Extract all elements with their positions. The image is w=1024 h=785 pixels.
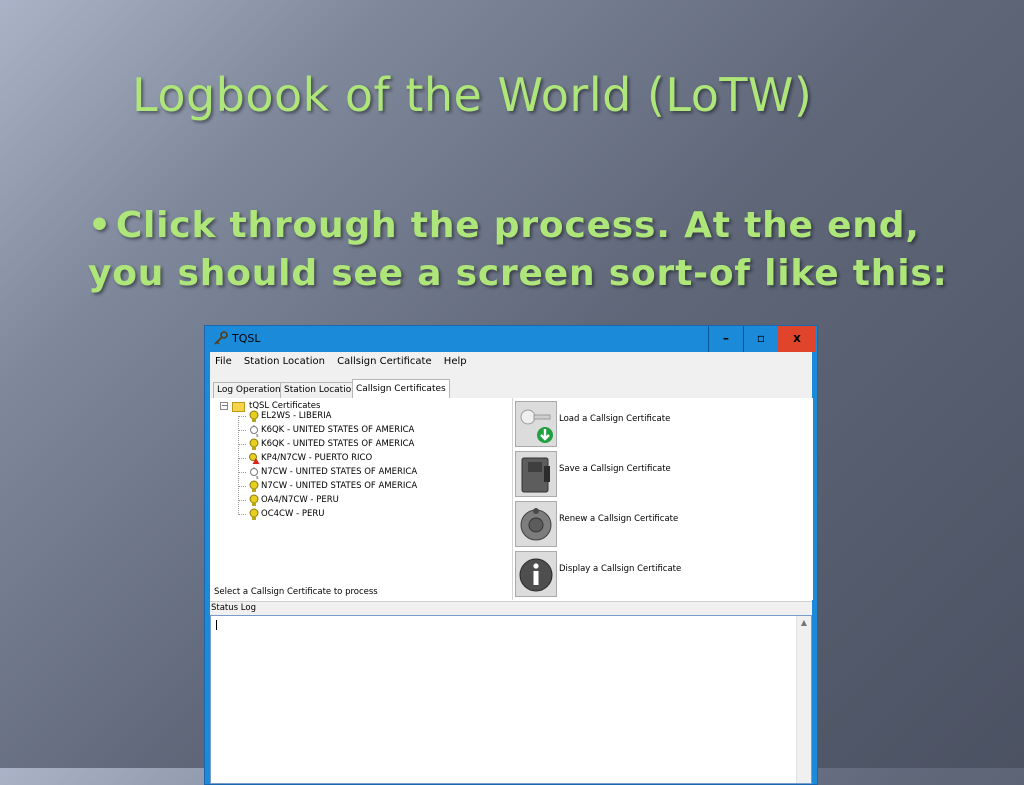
status-log-label: Status Log xyxy=(210,601,812,615)
valid-certificate-icon xyxy=(249,410,259,422)
renew-certificate-label[interactable]: Renew a Callsign Certificate xyxy=(559,514,678,524)
menu-file[interactable]: File xyxy=(210,352,236,367)
tree-item[interactable]: s K6QK - UNITED STATES OF AMERICA xyxy=(238,424,498,438)
tree-item-label: EL2WS - LIBERIA xyxy=(261,411,332,421)
menu-bar: File Station Location Callsign Certifica… xyxy=(210,352,812,374)
tree-item-label: OC4CW - PERU xyxy=(261,509,325,519)
display-certificate-label[interactable]: Display a Callsign Certificate xyxy=(559,564,681,574)
save-certificate-label[interactable]: Save a Callsign Certificate xyxy=(559,464,671,474)
pending-certificate-icon: s xyxy=(250,425,259,437)
tree-connector xyxy=(238,444,246,445)
slide-bullet-text: Click through the process. At the end, y… xyxy=(88,205,948,294)
selection-hint: Select a Callsign Certificate to process xyxy=(214,587,378,597)
scroll-up-icon[interactable]: ▲ xyxy=(797,617,811,629)
pending-certificate-icon: s xyxy=(250,467,259,479)
menu-callsign-certificate[interactable]: Callsign Certificate xyxy=(332,352,435,367)
expired-certificate-icon xyxy=(249,453,260,464)
menu-station-location[interactable]: Station Location xyxy=(239,352,329,367)
renew-certificate-button[interactable] xyxy=(515,501,557,547)
key-icon xyxy=(214,331,228,345)
load-certificate-label[interactable]: Load a Callsign Certificate xyxy=(559,414,670,424)
tree-item-label: K6QK - UNITED STATES OF AMERICA xyxy=(261,439,415,449)
svg-text:s: s xyxy=(256,475,259,479)
status-log-scrollbar[interactable]: ▲ xyxy=(796,616,811,783)
valid-certificate-icon xyxy=(249,508,259,520)
tree-item-label: N7CW - UNITED STATES OF AMERICA xyxy=(261,467,418,477)
save-certificate-icon xyxy=(521,457,550,493)
actions-panel: Load a Callsign Certificate Save a Calls… xyxy=(513,398,813,600)
tree-item[interactable]: KP4/N7CW - PUERTO RICO xyxy=(238,452,498,466)
tqsl-window: TQSL – ▫ x File Station Location Callsig… xyxy=(204,325,818,785)
tab-strip: Log Operations Station Locations Callsig… xyxy=(210,374,812,399)
tree-connector xyxy=(238,514,246,515)
tree-item[interactable]: N7CW - UNITED STATES OF AMERICA xyxy=(238,480,498,494)
bullet-dot: • xyxy=(88,205,112,246)
certificate-tree: − tQSL Certificates EL2WS - LIBERIA s K6… xyxy=(210,398,513,600)
tab-log-operations[interactable]: Log Operations xyxy=(213,382,290,398)
text-caret xyxy=(216,620,217,630)
tree-item[interactable]: EL2WS - LIBERIA xyxy=(238,410,498,424)
info-icon xyxy=(519,558,553,592)
tree-connector xyxy=(238,430,246,431)
tree-item[interactable]: s N7CW - UNITED STATES OF AMERICA xyxy=(238,466,498,480)
minimize-button[interactable]: – xyxy=(708,326,743,352)
valid-certificate-icon xyxy=(249,438,259,450)
tab-callsign-certificates[interactable]: Callsign Certificates xyxy=(352,379,450,399)
menu-help[interactable]: Help xyxy=(439,352,471,367)
tree-item-label: N7CW - UNITED STATES OF AMERICA xyxy=(261,481,418,491)
status-log-textarea[interactable]: ▲ xyxy=(210,615,812,784)
tree-connector xyxy=(238,458,246,459)
window-titlebar[interactable]: TQSL – ▫ x xyxy=(205,326,817,352)
load-certificate-icon xyxy=(520,409,553,443)
display-certificate-button[interactable] xyxy=(515,551,557,597)
slide-title: Logbook of the World (LoTW) xyxy=(132,68,813,122)
renew-certificate-icon xyxy=(520,508,552,541)
svg-text:s: s xyxy=(256,433,259,437)
tree-connector xyxy=(238,500,246,501)
tree-connector xyxy=(238,472,246,473)
tree-connector xyxy=(238,416,246,417)
valid-certificate-icon xyxy=(249,494,259,506)
tree-item-label: K6QK - UNITED STATES OF AMERICA xyxy=(261,425,415,435)
tree-connector xyxy=(238,486,246,487)
tree-item-label: OA4/N7CW - PERU xyxy=(261,495,339,505)
collapse-icon[interactable]: − xyxy=(220,402,228,410)
tree-item-label: KP4/N7CW - PUERTO RICO xyxy=(261,453,373,463)
tree-item[interactable]: OC4CW - PERU xyxy=(238,508,498,522)
maximize-button[interactable]: ▫ xyxy=(743,326,778,352)
tree-item[interactable]: OA4/N7CW - PERU xyxy=(238,494,498,508)
window-title: TQSL xyxy=(232,332,261,345)
valid-certificate-icon xyxy=(249,480,259,492)
save-certificate-button[interactable] xyxy=(515,451,557,497)
close-button[interactable]: x xyxy=(778,326,816,352)
load-certificate-button[interactable] xyxy=(515,401,557,447)
slide-bullet: • Click through the process. At the end, … xyxy=(88,202,968,298)
tree-item[interactable]: K6QK - UNITED STATES OF AMERICA xyxy=(238,438,498,452)
